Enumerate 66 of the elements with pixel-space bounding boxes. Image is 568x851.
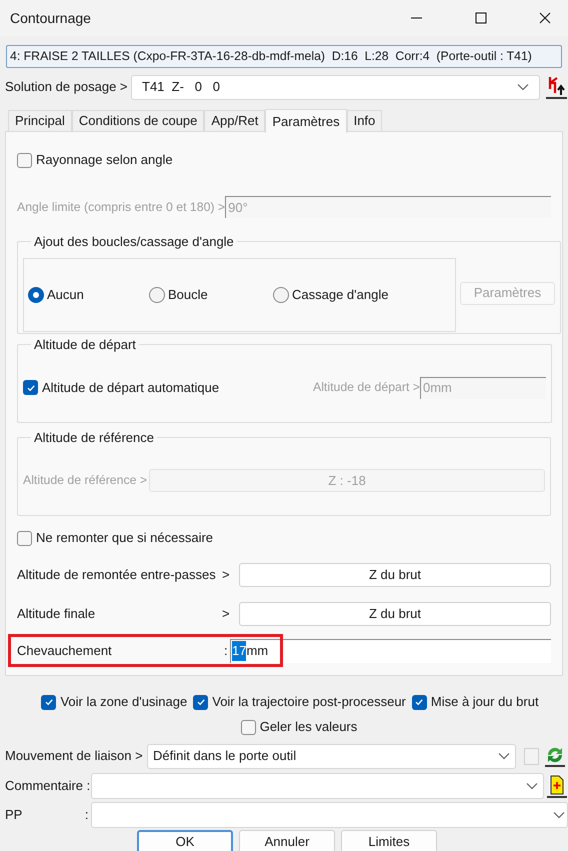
field-label: Altitude finale	[17, 605, 96, 624]
radio-button[interactable]	[28, 286, 44, 302]
field-label: Angle limite (compris entre 0 et 180) >	[17, 198, 226, 216]
dropdown[interactable]: Définit dans le porte outil	[147, 744, 516, 768]
dialog-button[interactable]: OK	[137, 830, 233, 851]
dialog-button[interactable]: Limites	[341, 830, 437, 851]
maximize-icon[interactable]	[475, 12, 487, 24]
value-button[interactable]: Z du brut	[239, 563, 551, 587]
field-label: Altitude de départ >	[313, 379, 420, 396]
dropdown[interactable]: T41 Z- 0 0	[131, 74, 540, 100]
checkbox-label[interactable]: Voir la zone d'usinage	[60, 692, 188, 712]
checkbox[interactable]	[524, 748, 539, 764]
chevron-down-icon	[526, 782, 538, 790]
checkmark-icon	[26, 382, 36, 392]
field-label: Chevauchement	[17, 642, 113, 660]
radio-button[interactable]	[273, 286, 289, 302]
group-title: Altitude de départ	[33, 336, 137, 354]
checkbox-label[interactable]: Mise à jour du brut	[430, 692, 539, 712]
close-icon[interactable]	[539, 12, 551, 24]
radio-label[interactable]: Aucun	[47, 284, 84, 304]
value-button[interactable]: Z du brut	[239, 602, 551, 626]
tab[interactable]: Principal	[8, 110, 72, 131]
chevron-down-icon	[498, 752, 510, 760]
checkbox-label[interactable]: Rayonnage selon angle	[36, 150, 173, 170]
separator-text: :	[224, 642, 229, 660]
chevron-down-icon	[553, 810, 565, 818]
separator-text: >	[222, 566, 231, 584]
checkbox[interactable]	[17, 152, 32, 168]
checkbox-label[interactable]: Voir la trajectoire post-processeur	[212, 692, 406, 712]
group-title: Altitude de référence	[33, 429, 155, 447]
checkmark-icon	[196, 697, 206, 707]
checkbox[interactable]	[23, 380, 38, 395]
checkmark-icon	[44, 697, 54, 707]
group-title: Ajout des boucles/cassage d'angle	[33, 233, 235, 251]
separator-text: >	[222, 605, 231, 624]
add-note-icon[interactable]	[547, 774, 567, 798]
tab[interactable]: Conditions de coupe	[72, 110, 204, 131]
tab[interactable]: App/Ret	[204, 110, 266, 131]
field-label: Altitude de remontée entre-passes	[17, 566, 217, 584]
tab[interactable]: Paramètres	[265, 109, 347, 133]
separator-text: :	[84, 806, 90, 824]
text-field[interactable]: 17mm	[230, 638, 551, 662]
checkbox[interactable]	[193, 694, 208, 710]
radio-label[interactable]: Boucle	[168, 284, 208, 304]
dialog-button[interactable]: Annuler	[239, 830, 335, 851]
checkmark-icon	[414, 697, 424, 707]
checkbox[interactable]	[17, 530, 32, 546]
radio-button[interactable]	[149, 286, 165, 302]
checkbox-label[interactable]: Ne remonter que si nécessaire	[36, 528, 214, 548]
field-label: Mouvement de liaison >	[5, 747, 144, 766]
field-label: Solution de posage >	[5, 78, 129, 96]
checkbox[interactable]	[240, 720, 256, 734]
tool-arrow-icon[interactable]	[546, 75, 567, 99]
window-title: Contournage	[10, 8, 92, 28]
checkbox[interactable]	[412, 694, 427, 710]
checkbox[interactable]	[41, 694, 56, 710]
chevron-down-icon	[517, 83, 529, 91]
field-label: Commentaire :	[5, 776, 91, 795]
tab[interactable]: Info	[346, 110, 382, 131]
field-label: Altitude de référence >	[23, 472, 148, 490]
checkbox-label[interactable]: Altitude de départ automatique	[42, 378, 220, 398]
radio-label[interactable]: Cassage d'angle	[292, 284, 388, 304]
tool-field[interactable]: 4: FRAISE 2 TAILLES (Cxpo-FR-3TA-16-28-db-mdf-mela) D:16 L:28 Corr:4 (Porte-outil : T41)	[6, 45, 562, 68]
field-label: PP	[5, 806, 24, 824]
checkbox-label[interactable]: Geler les valeurs	[260, 717, 358, 737]
refresh-icon[interactable]	[545, 745, 565, 767]
